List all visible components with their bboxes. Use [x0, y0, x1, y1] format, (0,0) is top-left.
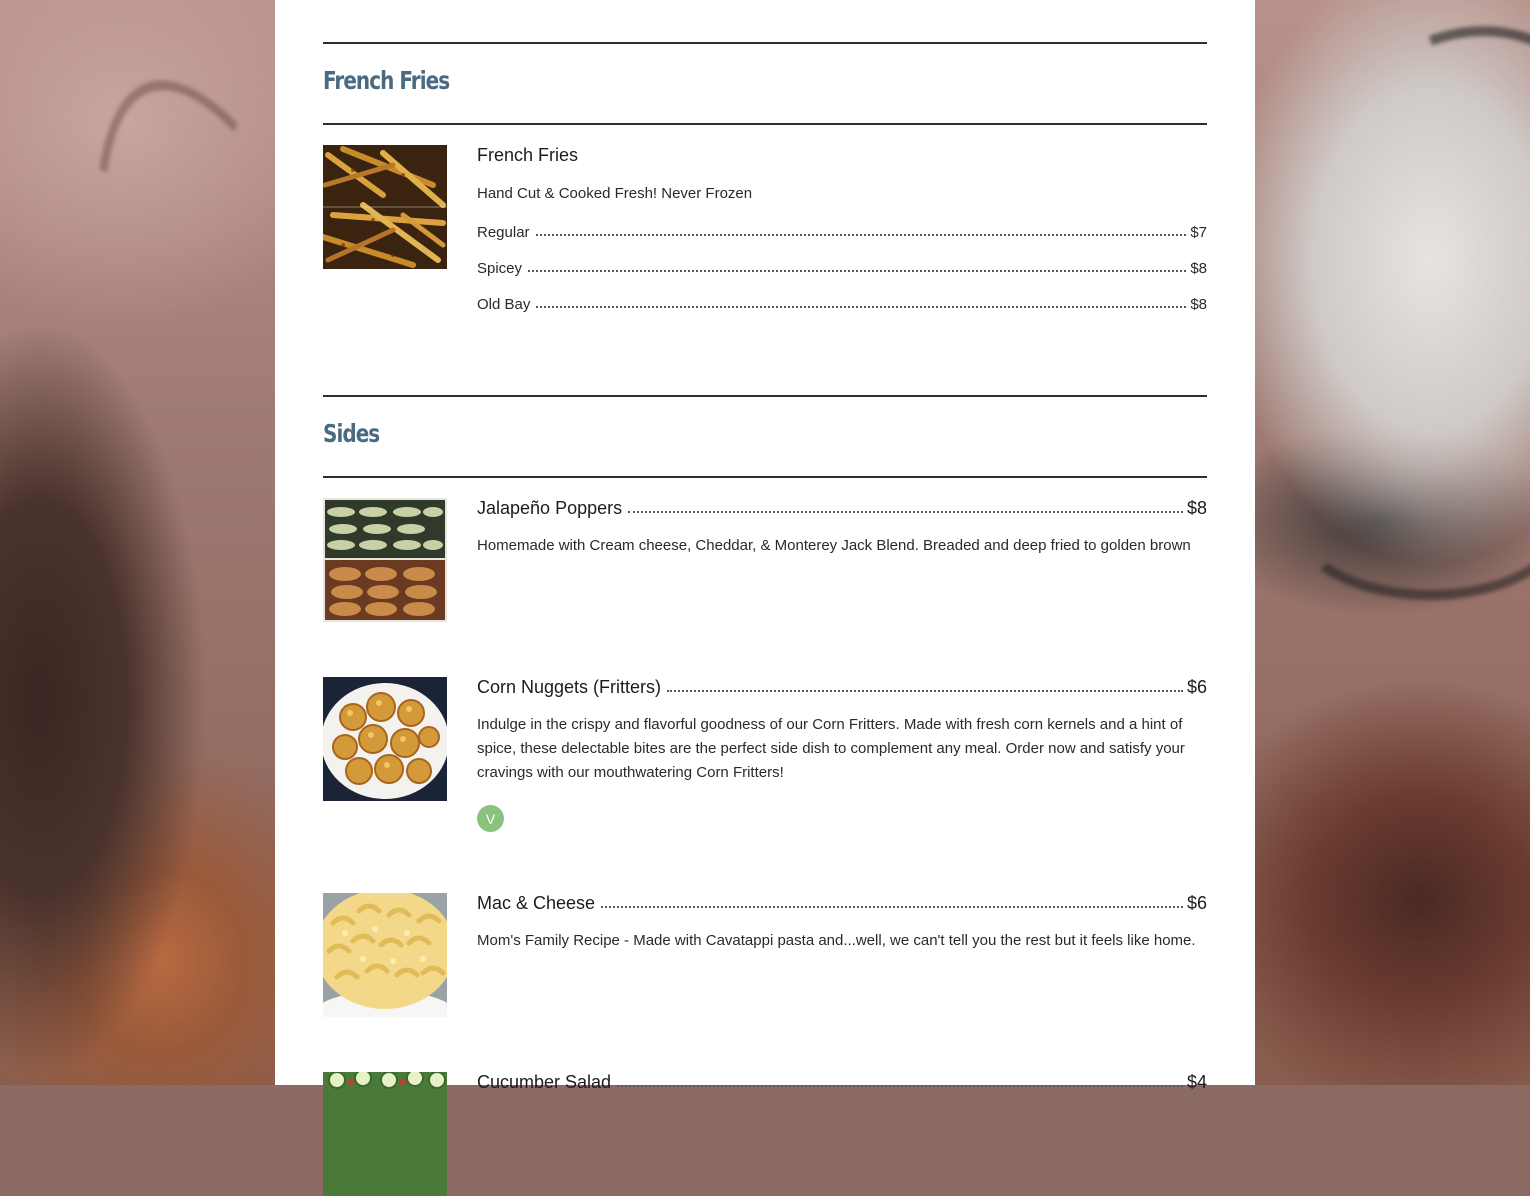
variant-label: Spicey	[477, 260, 523, 277]
jalapeno-poppers-photo	[323, 498, 447, 622]
dot-leader	[528, 269, 1187, 272]
section-title-sides: Sides	[323, 419, 380, 448]
item-description: Mom's Family Recipe - Made with Cavatapp…	[477, 932, 1196, 949]
item-description: Hand Cut & Cooked Fresh! Never Frozen	[477, 185, 753, 202]
item-header: Jalapeño Poppers $8	[477, 498, 1207, 524]
variant-label: Old Bay	[477, 296, 531, 313]
vegetarian-badge: V	[477, 805, 504, 832]
dot-leader	[617, 1084, 1183, 1087]
menu-item-french-fries: French Fries Hand Cut & Cooked Fresh! Ne…	[477, 145, 1207, 332]
item-price: $8	[1186, 498, 1207, 518]
menu-item-cucumber-salad: Cucumber Salad $4	[477, 1072, 1207, 1098]
dot-leader	[628, 510, 1183, 513]
item-name: Jalapeño Poppers	[477, 498, 623, 518]
section-divider-top	[323, 395, 1207, 397]
item-price: $4	[1186, 1072, 1207, 1092]
item-header: French Fries	[477, 145, 1207, 171]
background-decoration	[1229, 0, 1530, 453]
item-name: French Fries	[477, 145, 579, 165]
french-fries-photo	[323, 145, 447, 269]
dot-leader	[536, 305, 1187, 308]
variant-price: $8	[1190, 260, 1207, 277]
section-divider-bottom	[323, 123, 1207, 125]
section-divider-bottom	[323, 476, 1207, 478]
item-name: Cucumber Salad	[477, 1072, 612, 1092]
dot-leader	[601, 905, 1183, 908]
item-header: Corn Nuggets (Fritters) $6	[477, 677, 1207, 703]
item-name: Corn Nuggets (Fritters)	[477, 677, 662, 697]
menu-item-jalapeno-poppers: Jalapeño Poppers $8 Homemade with Cream …	[477, 498, 1207, 558]
item-header: Cucumber Salad $4	[477, 1072, 1207, 1098]
menu-page: French Fries French Fries Hand Cut & Coo…	[275, 0, 1255, 1196]
item-price: $6	[1186, 677, 1207, 697]
corn-nuggets-photo	[323, 677, 447, 801]
background-decoration	[1290, 440, 1530, 600]
variant-label: Regular	[477, 224, 530, 241]
variant-price: $8	[1190, 296, 1207, 313]
variant-row: Regular $7	[477, 224, 1207, 260]
section-title-french-fries: French Fries	[323, 66, 450, 95]
item-price: $6	[1186, 893, 1207, 913]
menu-item-corn-nuggets: Corn Nuggets (Fritters) $6 Indulge in th…	[477, 677, 1207, 832]
variant-price: $7	[1190, 224, 1207, 241]
menu-item-mac-and-cheese: Mac & Cheese $6 Mom's Family Recipe - Ma…	[477, 893, 1207, 953]
section-divider-top	[323, 42, 1207, 44]
item-description: Indulge in the crispy and flavorful good…	[477, 716, 1185, 781]
item-name: Mac & Cheese	[477, 893, 596, 913]
cucumber-salad-photo	[323, 1072, 447, 1196]
variant-row: Spicey $8	[477, 260, 1207, 296]
item-header: Mac & Cheese $6	[477, 893, 1207, 919]
dot-leader	[535, 233, 1187, 236]
item-variants: Regular $7 Spicey $8 Old Bay $8	[477, 224, 1207, 332]
variant-row: Old Bay $8	[477, 296, 1207, 332]
dot-leader	[667, 689, 1183, 692]
item-description: Homemade with Cream cheese, Cheddar, & M…	[477, 537, 1191, 554]
mac-and-cheese-photo	[323, 893, 447, 1017]
